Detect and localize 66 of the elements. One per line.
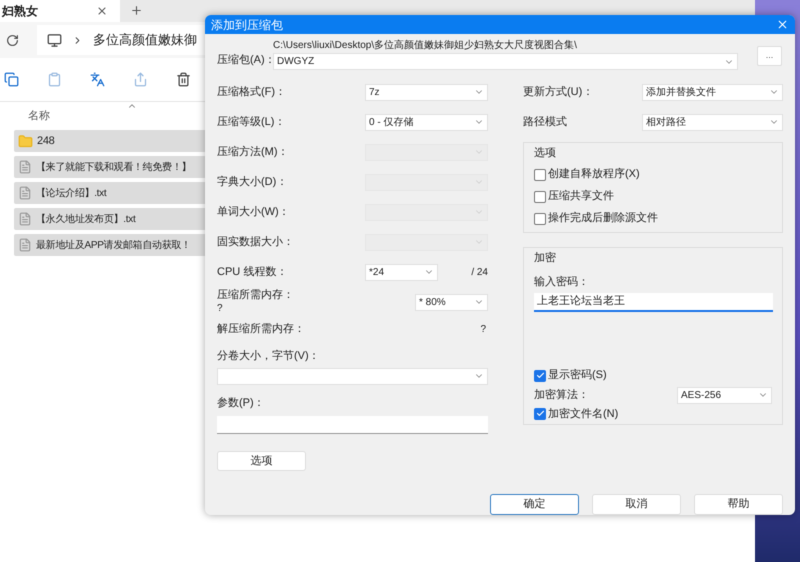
memory-reading: ? bbox=[480, 323, 487, 337]
refresh-icon[interactable] bbox=[6, 34, 19, 46]
browser-tab[interactable]: 妇熟女 bbox=[0, 0, 120, 22]
memory-reading: ? bbox=[217, 302, 224, 316]
breadcrumb[interactable]: 多位高颜值嫩妹御 bbox=[93, 30, 197, 50]
checkbox[interactable] bbox=[534, 190, 546, 202]
group-title: 选项 bbox=[534, 146, 557, 161]
password-field[interactable]: 上老王论坛当老王 bbox=[534, 293, 773, 312]
file-name: 【永久地址发布页】.txt bbox=[36, 212, 136, 226]
checkbox-label: 压缩共享文件 bbox=[548, 188, 614, 204]
file-name: 【论坛介绍】.txt bbox=[36, 186, 106, 200]
file-name: 【来了就能下载和观看！纯免费！】 bbox=[36, 160, 192, 174]
checkbox[interactable] bbox=[534, 212, 546, 224]
dropdown[interactable]: AES-256 bbox=[677, 386, 772, 404]
file-icon bbox=[18, 238, 32, 252]
field-label: 压缩等级(L)： bbox=[217, 114, 286, 130]
browse-button[interactable]: ... bbox=[757, 46, 782, 66]
archive-path: C:\Users\liuxi\Desktop\多位高颜值嫩妹御姐少妇熟女大尺度视图合集\ bbox=[273, 40, 578, 52]
dialog-button[interactable]: 帮助 bbox=[694, 494, 783, 515]
field-label: 解压缩所需内存： bbox=[217, 322, 305, 338]
parameters-field[interactable] bbox=[217, 416, 488, 434]
monitor-icon bbox=[47, 32, 62, 48]
checkbox-label: 创建自释放程序(X) bbox=[548, 166, 640, 182]
checkbox-label: 操作完成后删除源文件 bbox=[548, 210, 658, 226]
dialog-button[interactable]: 取消 bbox=[592, 494, 681, 515]
dropdown[interactable]: *24 bbox=[365, 264, 438, 280]
field-label: 参数(P)： bbox=[217, 396, 266, 410]
field-label: 加密算法： bbox=[534, 388, 589, 403]
thread-max: / 24 bbox=[471, 266, 488, 280]
field-label: 路径模式 bbox=[523, 114, 567, 130]
field-label: 更新方式(U)： bbox=[523, 84, 594, 100]
checkbox-label: 加密文件名(N) bbox=[548, 406, 618, 422]
copy-icon[interactable] bbox=[4, 72, 19, 87]
dropdown[interactable]: 7z bbox=[365, 84, 488, 100]
field-label: 压缩格式(F)： bbox=[217, 84, 286, 100]
dropdown[interactable]: * 80% bbox=[415, 294, 488, 310]
trash-icon[interactable] bbox=[176, 72, 191, 87]
close-icon[interactable] bbox=[776, 18, 789, 32]
new-tab-icon[interactable] bbox=[130, 4, 143, 17]
field-label: CPU 线程数： bbox=[217, 264, 288, 280]
options-button[interactable]: 选项 bbox=[217, 451, 306, 471]
group-title: 加密 bbox=[534, 250, 557, 266]
field-label: 固实数据大小： bbox=[217, 234, 294, 250]
folder-icon bbox=[18, 134, 33, 148]
dropdown[interactable]: 添加并替换文件 bbox=[642, 84, 783, 100]
field-label: 压缩包(A)： bbox=[217, 52, 273, 68]
file-name: 最新地址及APP请发邮箱自动获取！ bbox=[36, 238, 191, 252]
file-icon bbox=[18, 186, 32, 200]
file-icon bbox=[18, 212, 32, 226]
field-label: 压缩所需内存： bbox=[217, 288, 294, 302]
archive-name-combo[interactable]: DWGYZ bbox=[273, 53, 738, 70]
checkbox[interactable] bbox=[534, 408, 546, 420]
dialog-button[interactable]: 确定 bbox=[490, 494, 579, 515]
column-header[interactable]: 名称 bbox=[28, 108, 50, 124]
field-label: 输入密码： bbox=[534, 274, 590, 290]
dropdown[interactable]: 0 - 仅存储 bbox=[365, 114, 488, 130]
checkbox[interactable] bbox=[534, 168, 546, 180]
field-label: 分卷大小，字节(V)： bbox=[217, 348, 321, 364]
file-name: 248 bbox=[37, 134, 54, 149]
window-title: 添加到压缩包 bbox=[211, 16, 283, 34]
file-icon bbox=[18, 160, 32, 174]
checkbox[interactable] bbox=[534, 370, 546, 382]
clipboard-icon[interactable] bbox=[47, 72, 62, 87]
dropdown[interactable]: 相对路径 bbox=[642, 114, 783, 130]
checkbox-label: 显示密码(S) bbox=[548, 368, 607, 384]
close-icon[interactable] bbox=[96, 5, 108, 17]
